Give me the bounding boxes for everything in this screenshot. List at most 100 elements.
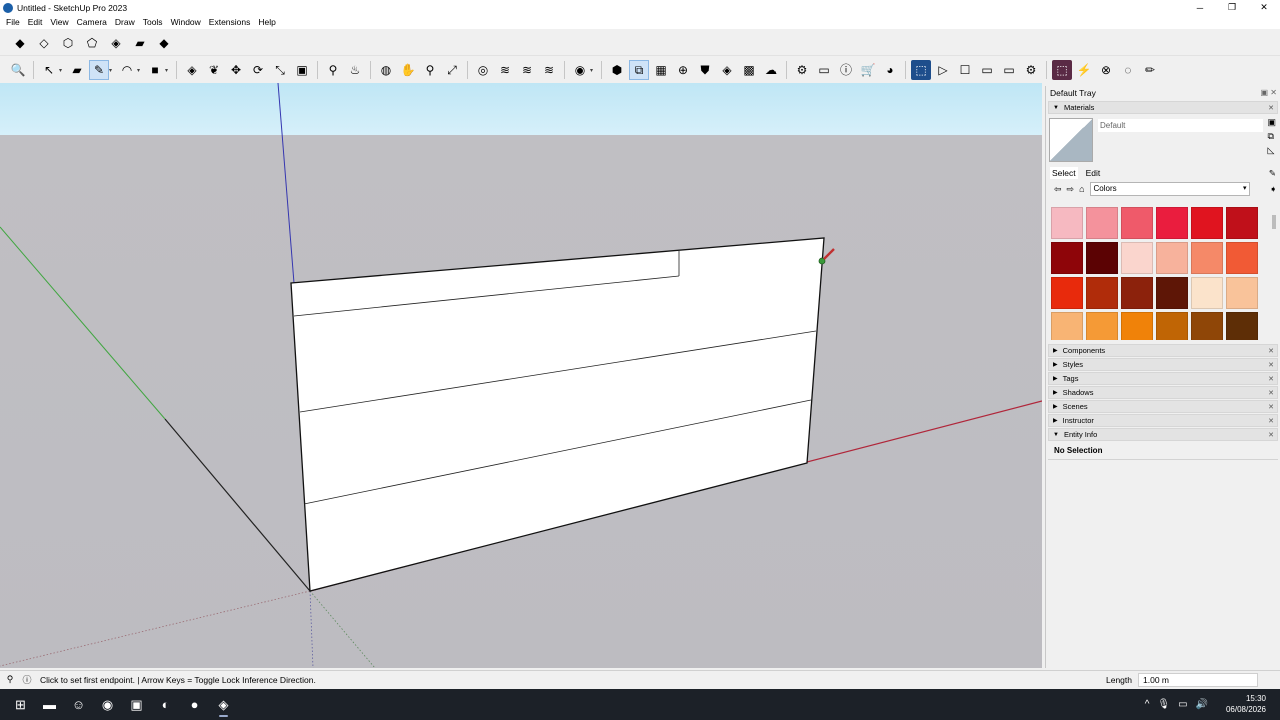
info-icon[interactable]: ⓘ xyxy=(836,60,856,80)
bottom-view-icon[interactable]: ◆ xyxy=(154,33,174,53)
panel-close-icon[interactable]: ✕ xyxy=(1268,361,1274,369)
material-swatch[interactable] xyxy=(1121,277,1153,309)
material-swatch[interactable] xyxy=(1121,207,1153,239)
material-swatch[interactable] xyxy=(1086,277,1118,309)
material-name-field[interactable]: Default xyxy=(1098,119,1263,132)
front-view-icon[interactable]: ⬡ xyxy=(58,33,78,53)
back-arrow-icon[interactable]: ⇦ xyxy=(1054,184,1062,195)
offset-icon[interactable]: ▣ xyxy=(292,60,312,80)
materials-panel-header[interactable]: ▼ Materials ✕ xyxy=(1048,101,1278,114)
cloud-icon[interactable]: ☁ xyxy=(761,60,781,80)
dropdown-arrow-icon[interactable]: ▾ xyxy=(165,67,171,74)
checker-icon[interactable]: ▩ xyxy=(739,60,759,80)
material-swatch[interactable] xyxy=(1121,242,1153,274)
default-material-icon[interactable]: ◺ xyxy=(1267,145,1276,156)
material-swatch[interactable] xyxy=(1226,312,1258,340)
sketchup-icon[interactable]: ◈ xyxy=(209,693,238,717)
folder-icon[interactable]: ▭ xyxy=(814,60,834,80)
geo-location-icon[interactable]: ⚲ xyxy=(3,674,17,685)
material-swatch[interactable] xyxy=(1226,207,1258,239)
panel-header-styles[interactable]: ▶ Styles ✕ xyxy=(1048,358,1278,371)
right-view-icon[interactable]: ⬠ xyxy=(82,33,102,53)
iso-view-icon[interactable]: ◆ xyxy=(10,33,30,53)
material-swatch[interactable] xyxy=(1191,277,1223,309)
discord-icon[interactable]: ☺ xyxy=(64,693,93,717)
material-swatch[interactable] xyxy=(1051,277,1083,309)
push-pull-icon[interactable]: ◈ xyxy=(182,60,202,80)
tray-pin-icon[interactable]: ▣ ✕ xyxy=(1261,88,1277,97)
material-swatch[interactable] xyxy=(1086,242,1118,274)
collection-select[interactable]: Colors ▾ xyxy=(1089,182,1250,196)
eraser-icon[interactable]: ▰ xyxy=(67,60,87,80)
panel-header-components[interactable]: ▶ Components ✕ xyxy=(1048,344,1278,357)
add-location-icon[interactable]: ⊕ xyxy=(673,60,693,80)
section-fill-icon[interactable]: ≋ xyxy=(539,60,559,80)
panel-close-icon[interactable]: ✕ xyxy=(1268,389,1274,397)
back-view-icon[interactable]: ◈ xyxy=(106,33,126,53)
panel-close-icon[interactable]: ✕ xyxy=(1268,431,1274,439)
minimize-button[interactable]: ─ xyxy=(1184,0,1216,15)
account-icon[interactable]: ◉ xyxy=(570,60,590,80)
dropdown-arrow-icon[interactable]: ▾ xyxy=(590,67,596,74)
create-material-icon[interactable]: ▣ xyxy=(1267,117,1276,128)
left-view-icon[interactable]: ▰ xyxy=(130,33,150,53)
material-swatch[interactable] xyxy=(1191,207,1223,239)
profile-icon[interactable]: ◕ xyxy=(880,60,900,80)
material-swatch[interactable] xyxy=(1051,242,1083,274)
camera-icon[interactable]: ▭ xyxy=(977,60,997,80)
stop-icon[interactable]: ☐ xyxy=(955,60,975,80)
tape-measure-icon[interactable]: ⚲ xyxy=(323,60,343,80)
start-icon[interactable]: ⊞ xyxy=(6,693,35,717)
zoom-tool-icon[interactable]: ⚲ xyxy=(420,60,440,80)
paint-bucket-icon[interactable]: ♨ xyxy=(345,60,365,80)
components-icon[interactable]: ⧉ xyxy=(629,60,649,80)
chrome-icon[interactable]: ◉ xyxy=(93,693,122,717)
menu-help[interactable]: Help xyxy=(254,17,279,27)
dropdown-arrow-icon[interactable]: ▾ xyxy=(109,67,115,74)
swatch-scrollbar[interactable] xyxy=(1270,207,1278,340)
layers-icon[interactable]: ◈ xyxy=(717,60,737,80)
close-button[interactable]: ✕ xyxy=(1248,0,1280,15)
menu-draw[interactable]: Draw xyxy=(111,17,139,27)
forward-arrow-icon[interactable]: ⇨ xyxy=(1067,184,1075,195)
network-icon[interactable]: ▭ xyxy=(1178,699,1187,710)
info-icon[interactable]: ⓘ xyxy=(20,673,34,686)
cart-icon[interactable]: 🛒 xyxy=(858,60,878,80)
warehouse-icon[interactable]: ⬢ xyxy=(607,60,627,80)
dropdown-arrow-icon[interactable]: ▾ xyxy=(59,67,65,74)
section-plane-icon[interactable]: ≋ xyxy=(495,60,515,80)
rotate-icon[interactable]: ⟳ xyxy=(248,60,268,80)
panel-close-icon[interactable]: ✕ xyxy=(1268,375,1274,383)
shape-icon[interactable]: ■ xyxy=(145,60,165,80)
material-swatch[interactable] xyxy=(1051,312,1083,340)
panel-close-icon[interactable]: ✕ xyxy=(1268,104,1274,112)
app-icon[interactable]: ▣ xyxy=(122,693,151,717)
material-swatch[interactable] xyxy=(1086,312,1118,340)
extension-manager-icon[interactable]: ▦ xyxy=(651,60,671,80)
panel-header-scenes[interactable]: ▶ Scenes ✕ xyxy=(1048,400,1278,413)
file-explorer-icon[interactable]: ▬ xyxy=(35,693,64,717)
panel-close-icon[interactable]: ✕ xyxy=(1268,347,1274,355)
drawing-viewport[interactable] xyxy=(0,83,1042,668)
chevron-up-icon[interactable]: ^ xyxy=(1145,699,1150,710)
material-swatch[interactable] xyxy=(1156,312,1188,340)
menu-view[interactable]: View xyxy=(46,17,72,27)
material-swatch[interactable] xyxy=(1086,207,1118,239)
shield-icon[interactable]: ⛊ xyxy=(695,60,715,80)
volume-icon[interactable]: 🔊 xyxy=(1196,699,1208,710)
gear-icon[interactable]: ⚙ xyxy=(1021,60,1041,80)
move-icon[interactable]: ✥ xyxy=(226,60,246,80)
material-swatch[interactable] xyxy=(1226,277,1258,309)
line-icon[interactable]: ✎ xyxy=(89,60,109,80)
measurement-input[interactable]: 1.00 m xyxy=(1138,673,1258,687)
lightning-icon[interactable]: ⚡ xyxy=(1074,60,1094,80)
scroll-thumb[interactable] xyxy=(1272,215,1276,229)
v-ray-icon[interactable]: ⬚ xyxy=(1052,60,1072,80)
solid-tools-icon[interactable]: ◎ xyxy=(473,60,493,80)
section-display-icon[interactable]: ≋ xyxy=(517,60,537,80)
microphone-icon[interactable]: 🎙 xyxy=(1157,699,1170,710)
video-icon[interactable]: ▭ xyxy=(999,60,1019,80)
menu-file[interactable]: File xyxy=(2,17,24,27)
panel-close-icon[interactable]: ✕ xyxy=(1268,403,1274,411)
settings-cog-icon[interactable]: ⚙ xyxy=(792,60,812,80)
